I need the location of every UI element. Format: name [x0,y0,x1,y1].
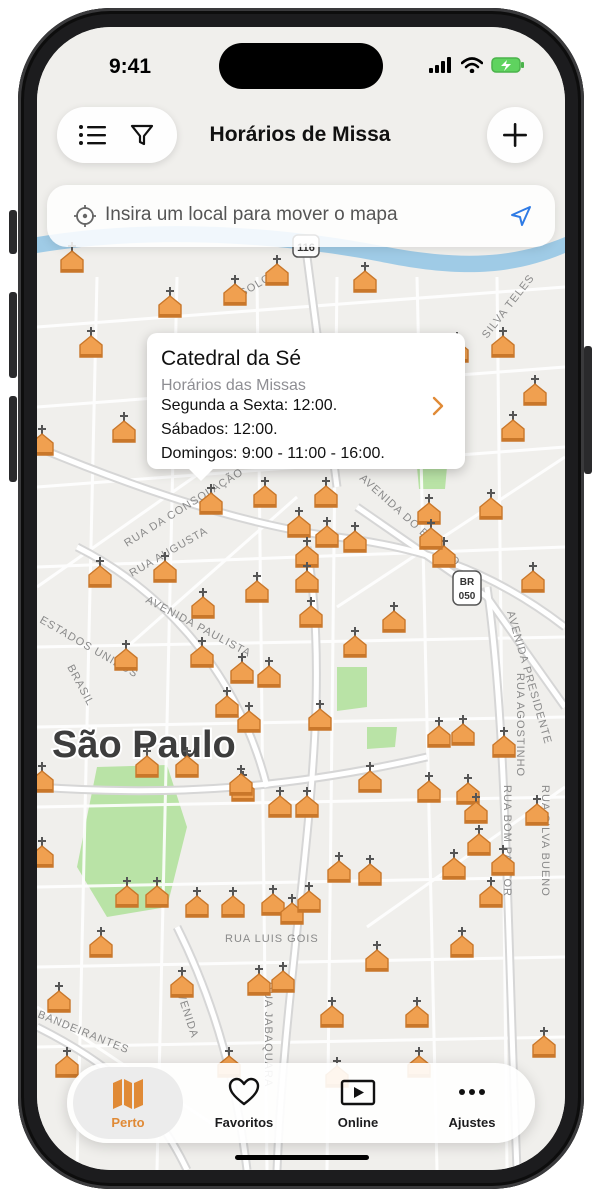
tab-label: Perto [111,1115,145,1130]
park-area [337,667,367,711]
play-icon [340,1079,376,1106]
search-input[interactable]: Insira um local para mover o mapa [105,204,398,226]
volume-up-button [9,292,17,378]
list-button[interactable] [70,113,114,157]
add-button[interactable] [487,107,543,163]
filter-icon [130,124,154,146]
street-label: RUA SILVA BUENO [539,785,551,897]
location-arrow-icon[interactable] [509,204,533,228]
ellipsis-icon [459,1089,485,1095]
power-button [584,346,592,474]
screen: RUA DA CONSOLAÇÃO RUA AUGUSTA AVENIDA PA… [37,27,565,1170]
tab-ajustes[interactable]: Ajustes [417,1063,527,1143]
church-name: Catedral da Sé [161,347,302,370]
tab-label: Online [337,1115,379,1130]
svg-text:BR: BR [460,577,475,588]
list-icon [79,125,106,145]
battery-charging-icon [491,57,524,73]
mass-times-line: Domingos: 9:00 - 11:00 - 16:00. [161,445,385,462]
cellular-signal-icon [429,57,451,73]
crosshair-icon [74,205,96,227]
page-title: Horários de Missa [209,123,391,146]
highway-badge: BR 050 [452,570,482,606]
plus-icon [503,123,527,147]
toolbar-pill [57,107,177,163]
location-search-bar[interactable]: Insira um local para mover o mapa [47,185,555,247]
tab-label: Ajustes [448,1115,496,1130]
wifi-icon [461,57,483,73]
status-time: 9:41 [109,55,152,78]
street-label: RUA BOM PASTOR [501,785,513,897]
volume-down-button [9,396,17,482]
svg-text:050: 050 [459,591,476,602]
tab-favoritos[interactable]: Favoritos [189,1063,299,1143]
home-indicator [235,1155,369,1160]
map-icon [113,1079,143,1109]
tab-online[interactable]: Online [303,1063,413,1143]
filter-button[interactable] [120,113,164,157]
chevron-right-icon[interactable] [431,395,445,417]
mass-times-line: Sábados: 12:00. [161,421,278,438]
mass-times-line: Segunda a Sexta: 12:00. [161,397,338,414]
tab-perto[interactable]: Perto [73,1067,183,1139]
street-label: RUA LUIS GOIS [225,933,319,945]
action-button [9,210,17,254]
street-label: RUA AGOSTINHO [514,673,526,777]
dynamic-island [219,43,383,89]
mass-times-heading: Horários das Missas [161,377,306,394]
status-bar: 9:41 [37,27,565,99]
top-bar: Horários de Missa [37,99,565,171]
tab-label: Favoritos [214,1115,274,1130]
park-area [367,727,397,749]
tab-bar: Perto Favoritos Online Ajustes [67,1063,535,1143]
callout-pointer [187,467,215,481]
heart-icon [228,1077,260,1106]
church-callout[interactable]: Catedral da Sé Horários das Missas Segun… [147,333,465,469]
